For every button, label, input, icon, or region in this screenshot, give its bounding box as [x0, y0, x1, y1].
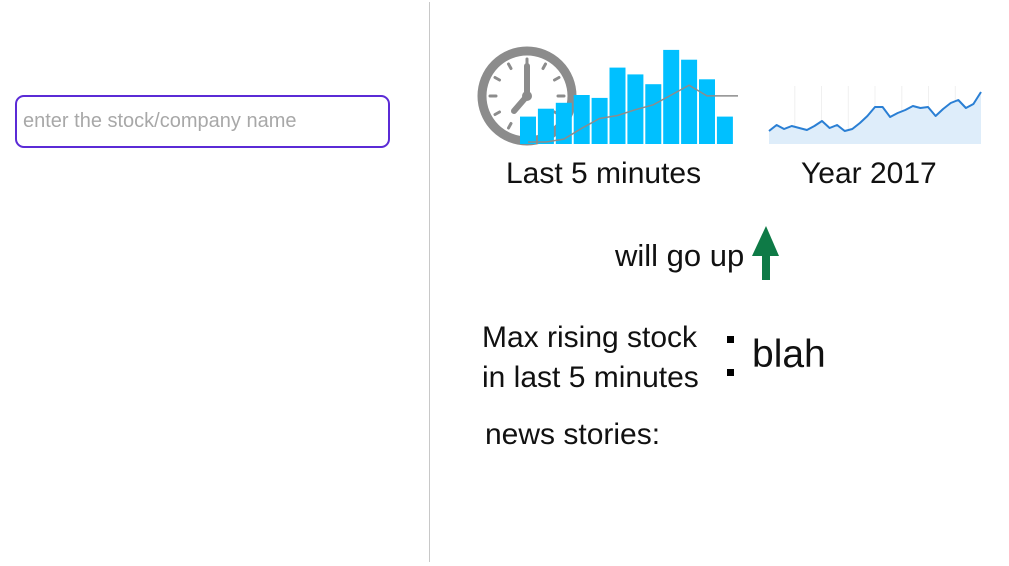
news-stories-label: news stories: — [485, 418, 661, 451]
recent-bar — [555, 102, 572, 144]
recent-bar — [537, 108, 554, 144]
stock-search-input[interactable] — [15, 95, 390, 148]
max-rising-label-line1: Max rising stock — [482, 321, 698, 354]
recent-bar — [681, 59, 698, 144]
recent-bar — [609, 67, 626, 144]
year-trend-chart — [768, 86, 982, 144]
max-rising-label-line2: in last 5 minutes — [482, 361, 699, 394]
recent-bar — [645, 84, 662, 144]
year-chart-caption: Year 2017 — [801, 157, 937, 190]
up-arrow-icon — [752, 226, 779, 280]
recent-bar — [716, 116, 733, 144]
pane-divider — [429, 2, 430, 562]
recent-activity-chart — [520, 49, 738, 144]
colon-dot-bottom — [727, 369, 734, 376]
recent-bar — [663, 49, 680, 144]
recent-chart-caption: Last 5 minutes — [506, 157, 702, 190]
max-rising-label: Max rising stock in last 5 minutes — [482, 318, 699, 398]
max-rising-value: blah — [752, 333, 826, 376]
recent-bar — [520, 116, 536, 144]
prediction-text: will go up — [615, 238, 745, 273]
recent-bar — [699, 79, 715, 144]
colon-dot-top — [727, 336, 734, 343]
recent-bar — [573, 95, 590, 144]
left-pane — [0, 0, 430, 566]
